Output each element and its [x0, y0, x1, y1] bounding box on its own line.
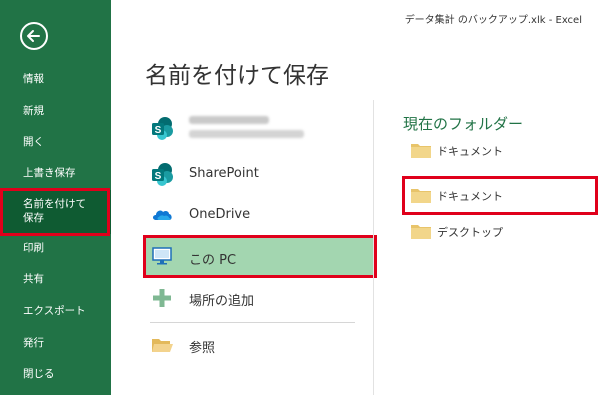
location-browse[interactable]: 参照	[145, 327, 375, 363]
nav-share[interactable]: 共有	[0, 272, 111, 286]
backstage-sidebar: 情報 新規 開く 上書き保存 名前を付けて 保存 印刷 共有 エクスポート 発行…	[0, 0, 111, 395]
window-file-title: データ集計 のバックアップ.xlk - Excel	[404, 15, 582, 26]
account-name-redacted	[189, 116, 269, 124]
nav-open[interactable]: 開く	[0, 135, 111, 149]
folder-label: デスクトップ	[437, 226, 503, 239]
location-add-place[interactable]: 場所の追加	[145, 280, 375, 316]
folder-documents-2[interactable]: ドキュメント	[411, 185, 591, 207]
open-folder-icon	[152, 339, 173, 352]
folder-documents[interactable]: ドキュメント	[411, 140, 591, 162]
locations-divider	[150, 322, 355, 323]
nav-save-as[interactable]: 名前を付けて 保存	[0, 190, 111, 234]
sharepoint-icon: S	[152, 117, 173, 140]
location-sharepoint[interactable]: S SharePoint	[145, 156, 375, 192]
nav-close[interactable]: 閉じる	[0, 367, 111, 381]
onedrive-icon	[153, 210, 172, 220]
nav-info[interactable]: 情報	[0, 72, 111, 86]
folder-icon	[411, 144, 431, 158]
location-label: この PC	[189, 253, 237, 268]
nav-save[interactable]: 上書き保存	[0, 166, 111, 180]
nav-export[interactable]: エクスポート	[0, 304, 111, 318]
sharepoint-icon: S	[152, 163, 173, 186]
pc-icon	[152, 247, 172, 265]
back-button[interactable]	[20, 22, 48, 50]
current-folder-heading: 現在のフォルダー	[403, 115, 524, 133]
folder-desktop[interactable]: デスクトップ	[411, 221, 591, 243]
folder-icon	[411, 225, 431, 239]
page-title: 名前を付けて保存	[145, 63, 329, 89]
nav-print[interactable]: 印刷	[0, 241, 111, 255]
location-onedrive[interactable]: OneDrive	[145, 197, 375, 233]
location-label: 場所の追加	[189, 294, 255, 309]
plus-icon	[153, 289, 171, 307]
nav-publish[interactable]: 発行	[0, 336, 111, 350]
nav-new[interactable]: 新規	[0, 104, 111, 118]
location-label: OneDrive	[189, 207, 251, 222]
location-label: 参照	[189, 341, 216, 356]
location-label: SharePoint	[189, 166, 259, 181]
pane-divider	[373, 100, 374, 395]
folder-icon	[411, 189, 431, 203]
svg-text:S: S	[155, 171, 162, 182]
account-email-redacted	[189, 130, 304, 138]
folder-label: ドキュメント	[437, 190, 503, 203]
folder-label: ドキュメント	[437, 145, 503, 158]
svg-text:S: S	[155, 125, 162, 136]
back-arrow-icon	[27, 30, 40, 42]
location-this-pc[interactable]: この PC	[143, 238, 376, 276]
